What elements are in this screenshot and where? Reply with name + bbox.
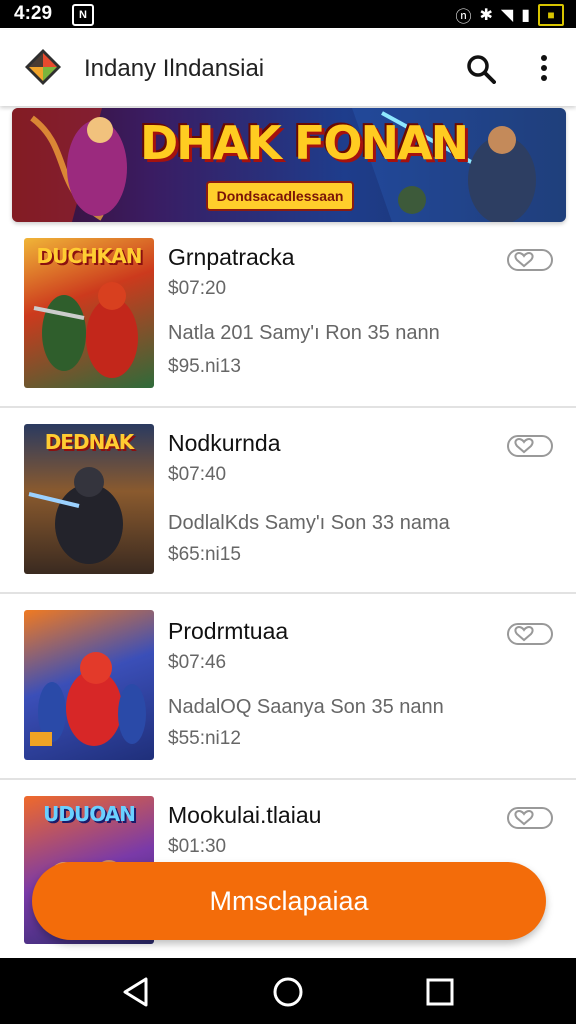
product-name: Nodkurnda: [168, 430, 281, 456]
product-subprice: $55:ni12: [168, 728, 241, 749]
product-description: DodlalKds Samy'ı Son 33 nama: [168, 512, 450, 534]
recents-icon[interactable]: [424, 976, 456, 1008]
banner-subtitle: Dondsacadlessaan: [206, 181, 354, 211]
thumbnail-title: DUCHKAN: [36, 244, 143, 268]
home-icon[interactable]: [272, 976, 304, 1008]
notification-icon: N: [72, 4, 94, 26]
bluetooth-icon: ✱: [479, 7, 493, 24]
banner-title: DHAK FONAN: [140, 116, 469, 170]
product-price: $01:30: [168, 836, 227, 857]
heart-outline-icon[interactable]: [506, 804, 554, 832]
heart-outline-icon[interactable]: [506, 246, 554, 274]
system-nav-bar: [0, 958, 576, 1024]
product-price: $07:20: [168, 278, 227, 299]
product-thumbnail: DEDNAK: [24, 424, 154, 574]
product-price: $07:46: [168, 652, 227, 673]
heart-outline-icon[interactable]: [506, 432, 554, 460]
product-item[interactable]: DEDNAK Nodkurnda $07:40 DodlalKds Samy'ı…: [0, 408, 576, 594]
thumbnail-title: DEDNAK: [44, 430, 135, 454]
app-logo-icon: [25, 49, 61, 85]
thumbnail-title: UDUOAN: [43, 802, 136, 826]
promo-banner[interactable]: DHAK FONAN Dondsacadlessaan: [12, 108, 566, 222]
product-item[interactable]: DUCHKAN Grnpatracka $07:20 Natla 201 Sam…: [0, 222, 576, 408]
product-price: $07:40: [168, 464, 227, 485]
product-name: Grnpatracka: [168, 244, 295, 270]
status-bar: 4:29 N ⓝ ✱ ◥ ▮ ■: [0, 0, 576, 28]
product-description: NadalOQ Saanya Son 35 nann: [168, 696, 444, 718]
product-subprice: $95.ni13: [168, 356, 241, 377]
product-item[interactable]: Prodrmtuaa $07:46 NadalOQ Saanya Son 35 …: [0, 594, 576, 780]
product-name: Mookulai.tlaiau: [168, 802, 322, 828]
wifi-icon: ◥: [500, 7, 514, 24]
signal-icon: ▮: [521, 7, 530, 24]
primary-action-button[interactable]: Mmsclapaiaa: [32, 862, 546, 940]
product-name: Prodrmtuaa: [168, 618, 289, 644]
nfc-icon: ⓝ: [455, 9, 472, 26]
status-time: 4:29: [14, 3, 53, 24]
status-icons: ⓝ ✱ ◥ ▮ ■: [455, 3, 564, 27]
product-description: Natla 201 Samy'ı Ron 35 nann: [168, 322, 440, 344]
search-icon[interactable]: [466, 54, 496, 84]
app-title: Indany Ilndansiai: [84, 55, 265, 82]
app-bar: Indany Ilndansiai: [0, 30, 576, 106]
product-subprice: $65:ni15: [168, 544, 241, 565]
back-icon[interactable]: [120, 976, 152, 1008]
battery-icon: ■: [538, 4, 564, 26]
more-vert-icon[interactable]: [536, 54, 552, 84]
product-thumbnail: DUCHKAN: [24, 238, 154, 388]
heart-outline-icon[interactable]: [506, 620, 554, 648]
product-thumbnail: [24, 610, 154, 760]
